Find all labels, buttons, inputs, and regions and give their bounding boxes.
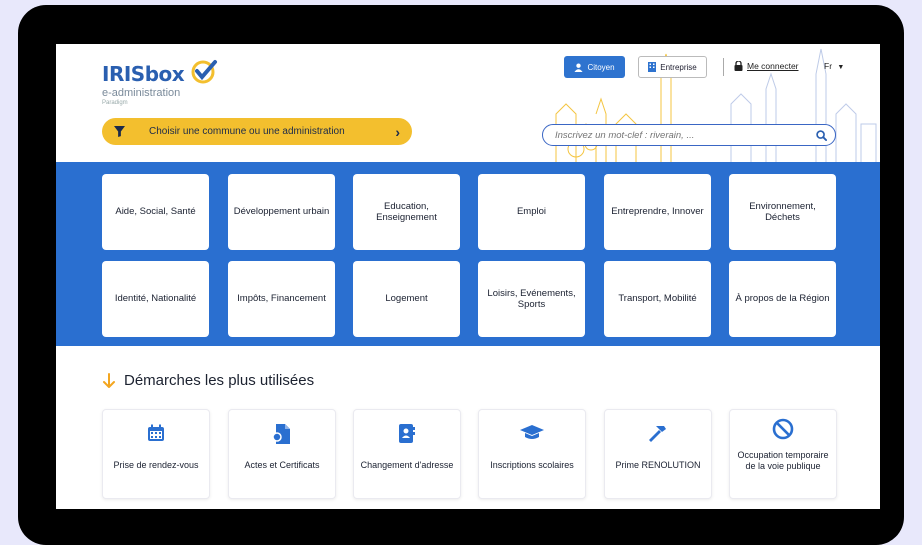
search-input[interactable] [555, 129, 816, 141]
category-developpement-urbain[interactable]: Développement urbain [228, 174, 335, 250]
category-aide-social-sante[interactable]: Aide, Social, Santé [102, 174, 209, 250]
procedure-card-adresse[interactable]: Changement d'adresse [353, 409, 461, 499]
browser-screen: IRISbox e-administration Paradigm Citoye… [56, 44, 880, 509]
category-loisirs[interactable]: Loisirs, Evénements, Sports [478, 261, 585, 337]
filter-icon [114, 126, 125, 137]
section-header: Démarches les plus utilisées [102, 372, 314, 389]
logo-caption: Paradigm [102, 100, 128, 106]
procedure-card-rendez-vous[interactable]: Prise de rendez-vous [102, 409, 210, 499]
graduation-cap-icon [520, 425, 544, 439]
category-logement[interactable]: Logement [353, 261, 460, 337]
irisbox-logo[interactable]: IRISbox e-administration Paradigm [102, 60, 217, 106]
login-link[interactable]: Me connecter [734, 61, 799, 71]
section-title: Démarches les plus utilisées [124, 372, 315, 389]
commune-selector-label: Choisir une commune ou une administratio… [149, 126, 345, 137]
procedure-label: Prise de rendez-vous [113, 460, 199, 470]
site-header: IRISbox e-administration Paradigm Citoye… [56, 44, 880, 162]
entreprise-label: Entreprise [660, 62, 697, 72]
category-environnement[interactable]: Environnement, Déchets [729, 174, 836, 250]
procedure-card-actes[interactable]: Actes et Certificats [228, 409, 336, 499]
procedure-label: Inscriptions scolaires [490, 460, 574, 470]
category-impots[interactable]: Impôts, Financement [228, 261, 335, 337]
hammer-icon [649, 426, 666, 442]
chevron-right-icon: › [395, 123, 400, 140]
category-transport[interactable]: Transport, Mobilité [604, 261, 711, 337]
search-icon[interactable] [816, 129, 827, 141]
procedure-label: Occupation temporaire de la voie publiqu… [737, 450, 829, 472]
procedure-card-occupation[interactable]: Occupation temporaire de la voie publiqu… [729, 409, 837, 499]
login-label: Me connecter [747, 61, 799, 71]
header-divider [723, 58, 724, 76]
procedure-label: Prime RENOLUTION [615, 460, 701, 470]
address-book-icon [399, 424, 415, 443]
procedure-label: Changement d'adresse [360, 460, 454, 470]
commune-selector-button[interactable]: Choisir une commune ou une administratio… [102, 118, 412, 145]
category-education[interactable]: Education, Enseignement [353, 174, 460, 250]
building-icon [648, 62, 657, 72]
entreprise-button[interactable]: Entreprise [638, 56, 707, 78]
procedure-card-renolution[interactable]: Prime RENOLUTION [604, 409, 712, 499]
category-a-propos[interactable]: À propos de la Région [729, 261, 836, 337]
lock-icon [734, 61, 743, 71]
procedure-label: Actes et Certificats [244, 460, 320, 470]
search-bar [542, 124, 836, 146]
category-entreprendre[interactable]: Entreprendre, Innover [604, 174, 711, 250]
procedure-card-inscriptions[interactable]: Inscriptions scolaires [478, 409, 586, 499]
arrow-down-icon [103, 372, 115, 388]
citoyen-label: Citoyen [587, 62, 615, 72]
caret-down-icon: ▼ [837, 64, 845, 71]
citoyen-button[interactable]: Citoyen [564, 56, 625, 78]
certificate-icon [273, 424, 290, 444]
prohibited-icon [772, 418, 794, 440]
language-selector[interactable]: Fr ▼ [824, 61, 844, 71]
user-icon [574, 63, 583, 72]
language-value: Fr [824, 61, 833, 71]
category-identite[interactable]: Identité, Nationalité [102, 261, 209, 337]
calendar-icon [148, 424, 164, 441]
logo-subtitle: e-administration [102, 87, 181, 99]
category-emploi[interactable]: Emploi [478, 174, 585, 250]
logo-name: IRISbox [102, 62, 185, 86]
checkmark-logo-icon [191, 60, 217, 84]
